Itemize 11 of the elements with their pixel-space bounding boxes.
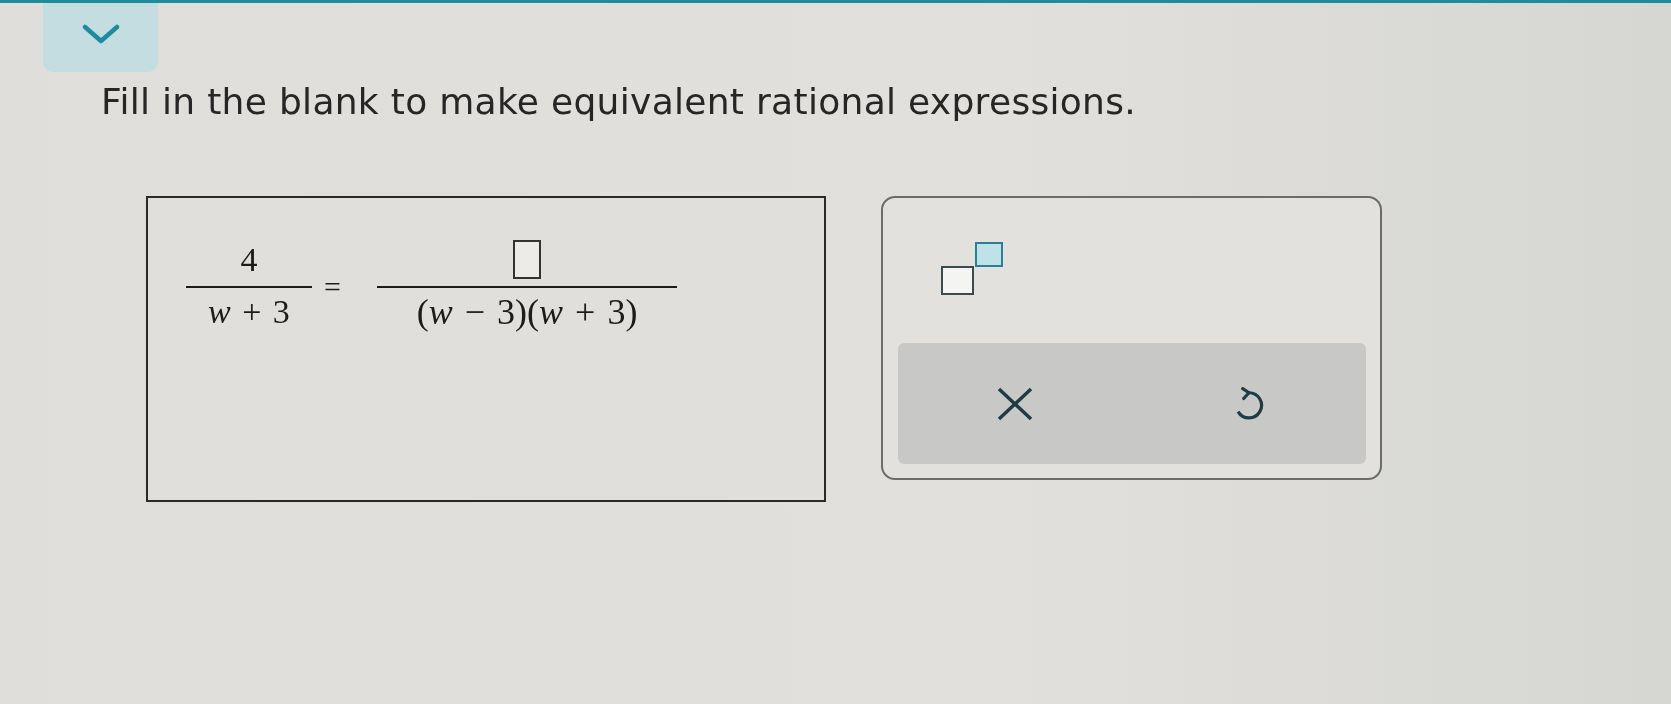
chevron-down-icon xyxy=(81,23,120,44)
fraction-denominator: (w − 3)(w + 3) xyxy=(416,293,638,331)
fraction-numerator: 4 xyxy=(240,241,258,279)
superscript-template-icon xyxy=(941,242,1003,295)
exponent-button[interactable] xyxy=(941,242,1003,295)
question-prompt: Fill in the blank to make equivalent rational expressions. xyxy=(101,80,1137,123)
equals-sign: = xyxy=(323,270,341,304)
fraction-denominator: w + 3 xyxy=(208,293,290,331)
collapse-button[interactable] xyxy=(43,3,158,72)
close-icon xyxy=(997,386,1033,421)
answer-box[interactable] xyxy=(513,240,542,279)
